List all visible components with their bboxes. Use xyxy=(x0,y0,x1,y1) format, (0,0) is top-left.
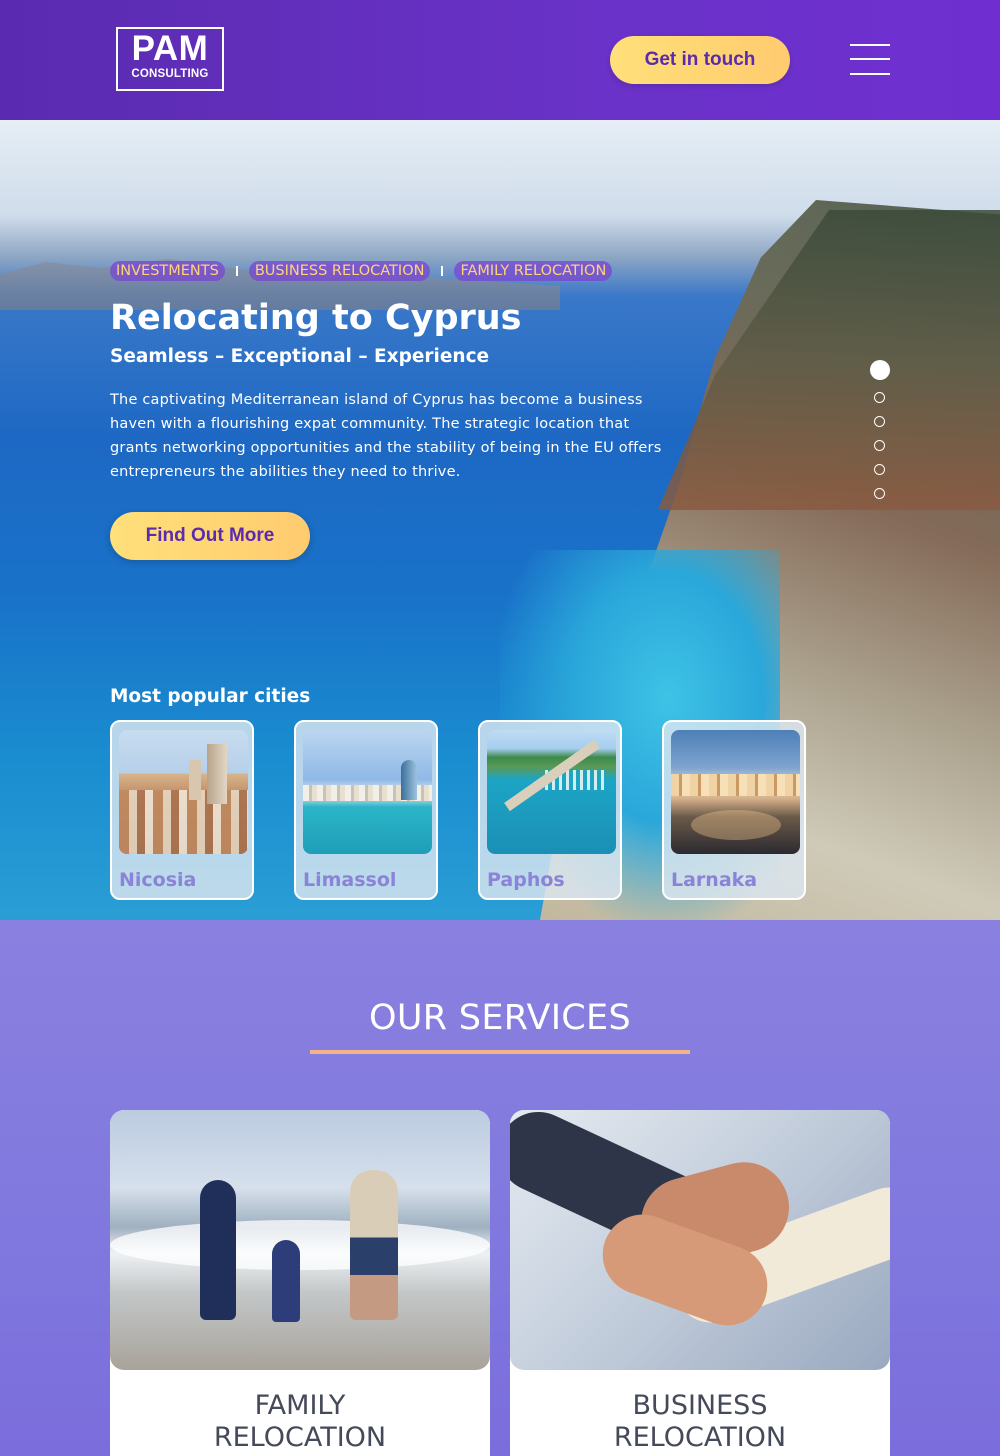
logo[interactable]: PAM CONSULTING xyxy=(116,27,224,91)
service-title-line: BUSINESS xyxy=(632,1390,768,1421)
city-name: Paphos xyxy=(487,869,565,891)
find-out-more-button[interactable]: Find Out More xyxy=(110,512,310,560)
city-card-limassol[interactable]: Limassol xyxy=(294,720,438,900)
hero-section: INVESTMENTS BUSINESS RELOCATION FAMILY R… xyxy=(0,120,1000,920)
services-section: OUR SERVICES FAMILY RELOCATION BUSINESS … xyxy=(0,920,1000,1456)
tag-separator xyxy=(235,266,238,276)
menu-line xyxy=(850,44,890,46)
hero-title: Relocating to Cyprus xyxy=(110,298,522,338)
hero-description: The captivating Mediterranean island of … xyxy=(110,392,662,480)
service-card-title: BUSINESS RELOCATION xyxy=(510,1390,890,1454)
city-name: Limassol xyxy=(303,869,397,891)
business-relocation-image xyxy=(510,1110,890,1370)
slider-dot-1[interactable] xyxy=(870,360,890,380)
slider-dot-4[interactable] xyxy=(874,440,885,451)
service-title-line: RELOCATION xyxy=(613,1422,787,1453)
logo-sub-text: CONSULTING xyxy=(131,68,209,80)
slider-dot-6[interactable] xyxy=(874,488,885,499)
heading-underline xyxy=(310,1050,690,1054)
hero-subtitle: Seamless – Exceptional – Experience xyxy=(110,346,490,367)
service-card-title: FAMILY RELOCATION xyxy=(110,1390,490,1454)
service-card-family-relocation[interactable]: FAMILY RELOCATION xyxy=(110,1110,490,1456)
services-heading: OUR SERVICES xyxy=(369,998,631,1038)
city-name: Larnaka xyxy=(671,869,758,891)
tag-family-relocation[interactable]: FAMILY RELOCATION xyxy=(454,261,613,281)
city-image-nicosia xyxy=(119,730,248,854)
hero-tags: INVESTMENTS BUSINESS RELOCATION FAMILY R… xyxy=(110,261,613,281)
tag-investments[interactable]: INVESTMENTS xyxy=(110,261,225,281)
service-card-business-relocation[interactable]: BUSINESS RELOCATION xyxy=(510,1110,890,1456)
menu-line xyxy=(850,58,890,60)
logo-main-text: PAM xyxy=(131,29,209,68)
tag-separator xyxy=(441,266,444,276)
popular-cities-heading: Most popular cities xyxy=(110,686,311,707)
tag-business-relocation[interactable]: BUSINESS RELOCATION xyxy=(248,261,431,281)
city-card-larnaka[interactable]: Larnaka xyxy=(662,720,806,900)
service-title-line: FAMILY xyxy=(254,1390,346,1421)
slider-dot-2[interactable] xyxy=(874,392,885,403)
site-header: PAM CONSULTING Get in touch xyxy=(0,0,1000,120)
hamburger-menu-icon[interactable] xyxy=(850,44,890,76)
slider-dot-5[interactable] xyxy=(874,464,885,475)
city-image-limassol xyxy=(303,730,432,854)
get-in-touch-button[interactable]: Get in touch xyxy=(610,36,790,84)
city-image-larnaka xyxy=(671,730,800,854)
city-name: Nicosia xyxy=(119,869,197,891)
family-relocation-image xyxy=(110,1110,490,1370)
city-card-paphos[interactable]: Paphos xyxy=(478,720,622,900)
service-title-line: RELOCATION xyxy=(213,1422,387,1453)
menu-line xyxy=(850,73,890,75)
slider-dot-3[interactable] xyxy=(874,416,885,427)
city-card-nicosia[interactable]: Nicosia xyxy=(110,720,254,900)
city-image-paphos xyxy=(487,730,616,854)
